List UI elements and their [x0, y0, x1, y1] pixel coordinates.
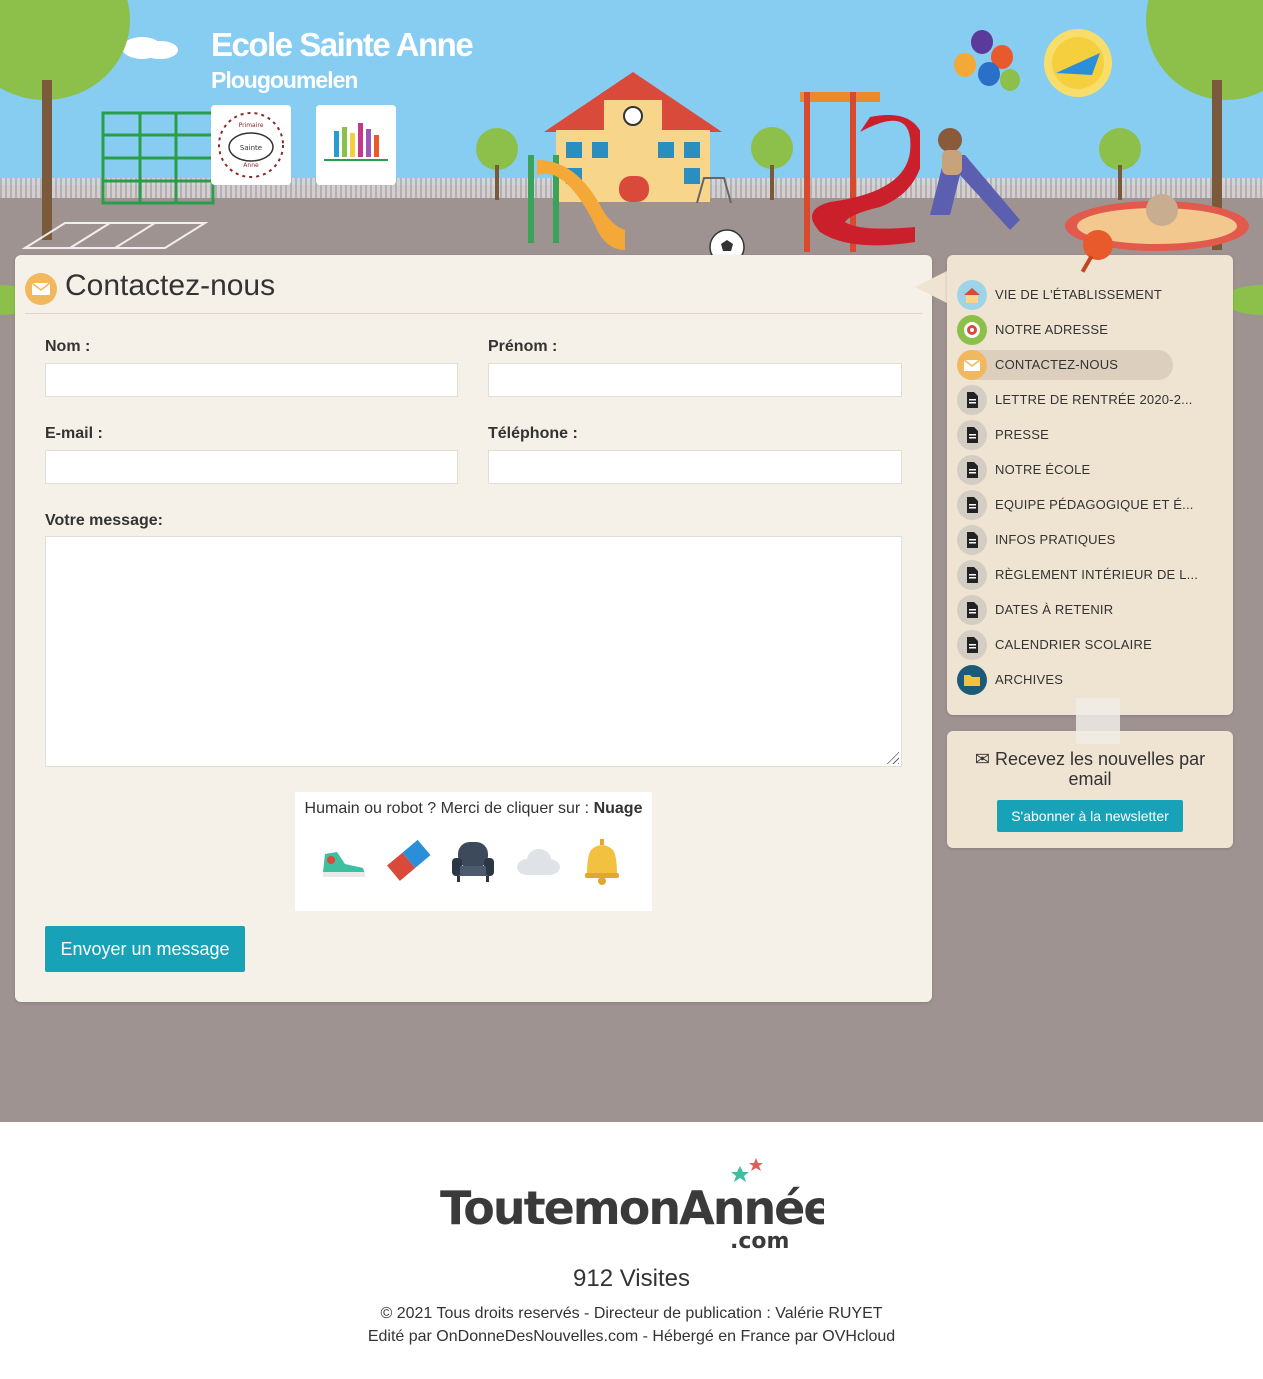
captcha-answer: Nuage — [593, 800, 643, 817]
telephone-input[interactable] — [488, 450, 902, 484]
tape-decoration — [1076, 698, 1120, 744]
sidebar-item-5[interactable]: NOTRE ÉCOLE — [957, 455, 1227, 485]
sidebar-item-0[interactable]: VIE DE L'ÉTABLISSEMENT — [957, 280, 1227, 310]
tree-trunk — [770, 165, 774, 200]
school-logo[interactable]: Sainte Anne Primaire — [211, 105, 291, 185]
tree-trunk — [495, 165, 499, 200]
diocese-logo[interactable] — [316, 105, 396, 185]
captcha: Humain ou robot ? Merci de cliquer sur :… — [295, 792, 652, 911]
message-label: Votre message: — [45, 512, 163, 529]
subscribe-button[interactable]: S'abonner à la newsletter — [997, 800, 1183, 832]
sidebar-item-label: EQUIPE PÉDAGOGIQUE ET É... — [995, 497, 1194, 512]
site-subtitle: Plougoumelen — [211, 67, 358, 93]
sneaker-icon[interactable] — [319, 836, 369, 886]
document-icon — [957, 490, 987, 520]
page-title: Contactez-nous — [65, 269, 276, 302]
nom-label: Nom : — [45, 338, 91, 355]
sidebar-item-1[interactable]: NOTRE ADRESSE — [957, 315, 1227, 345]
ball — [709, 229, 745, 258]
brand-logo[interactable]: ToutemonAnnée .com — [440, 1158, 824, 1254]
page-heading: Contactez-nous — [25, 269, 922, 314]
email-input[interactable] — [45, 450, 458, 484]
contact-panel: Contactez-nous Nom : Prénom : E-mail : T… — [15, 255, 932, 1002]
logo-text-sainte: Sainte — [240, 144, 262, 152]
sidebar-item-8[interactable]: RÈGLEMENT INTÉRIEUR DE L... — [957, 560, 1227, 590]
envelope-icon — [25, 273, 57, 305]
newsletter-box: ✉ Recevez les nouvelles par email S'abon… — [947, 731, 1233, 848]
nom-input[interactable] — [45, 363, 458, 397]
school-icon — [957, 280, 987, 310]
sidebar-item-label: LETTRE DE RENTRÉE 2020-2... — [995, 392, 1193, 407]
captcha-prompt: Humain ou robot ? Merci de cliquer sur :… — [295, 800, 652, 818]
copyright: © 2021 Tous droits reservés - Directeur … — [380, 1305, 883, 1322]
sidebar-item-label: CONTACTEZ-NOUS — [995, 357, 1119, 372]
newsletter-caption: Recevez les nouvelles par email — [994, 749, 1206, 789]
tree-trunk — [42, 80, 52, 240]
captcha-question: Humain ou robot ? Merci de cliquer sur : — [304, 800, 590, 817]
hopscotch — [21, 222, 209, 249]
document-icon — [957, 560, 987, 590]
climbing-frame — [101, 111, 215, 205]
envelope-icon — [957, 350, 987, 380]
sidebar-item-7[interactable]: INFOS PRATIQUES — [957, 525, 1227, 555]
sidebar-item-label: CALENDRIER SCOLAIRE — [995, 637, 1152, 652]
sidebar-item-3[interactable]: LETTRE DE RENTRÉE 2020-2... — [957, 385, 1227, 415]
kids-slide — [930, 128, 1020, 230]
tree — [751, 127, 793, 169]
envelope-outline-icon: ✉ — [974, 749, 990, 769]
submit-button[interactable]: Envoyer un message — [45, 926, 245, 972]
sidebar-item-10[interactable]: CALENDRIER SCOLAIRE — [957, 630, 1227, 660]
sidebar-item-label: RÈGLEMENT INTÉRIEUR DE L... — [995, 567, 1199, 582]
logo-text-anne: Anne — [243, 162, 259, 169]
sidebar-item-label: ARCHIVES — [995, 672, 1064, 687]
document-icon — [957, 595, 987, 625]
tree — [476, 128, 518, 170]
swing — [696, 177, 732, 204]
document-icon — [957, 455, 987, 485]
sidebar-item-2[interactable]: CONTACTEZ-NOUS — [957, 350, 1227, 380]
school-logo-image: Sainte Anne Primaire — [218, 112, 284, 178]
document-icon — [957, 630, 987, 660]
sidebar-item-6[interactable]: EQUIPE PÉDAGOGIQUE ET É... — [957, 490, 1227, 520]
sidebar-item-label: INFOS PRATIQUES — [995, 532, 1116, 547]
eraser-icon[interactable] — [383, 836, 433, 886]
document-icon — [957, 525, 987, 555]
brand-logo-text-main: ToutemonAnnée — [440, 1181, 824, 1235]
sidebar-item-label: NOTRE ÉCOLE — [995, 462, 1091, 477]
document-icon — [957, 420, 987, 450]
cloud-icon[interactable] — [513, 836, 563, 886]
spiral-slide — [800, 92, 920, 252]
slide — [528, 155, 625, 250]
sidebar-item-label: DATES À RETENIR — [995, 602, 1114, 617]
document-icon — [957, 385, 987, 415]
prenom-input[interactable] — [488, 363, 902, 397]
visit-count: 912 Visites — [573, 1265, 690, 1292]
menu-pointer — [915, 271, 947, 303]
prenom-label: Prénom : — [488, 338, 558, 355]
diocese-logo-image — [324, 123, 388, 161]
brand-logo-text-domain: .com — [730, 1229, 789, 1254]
armchair-icon[interactable] — [448, 836, 498, 886]
tree — [1099, 128, 1141, 170]
sidebar-item-label: VIE DE L'ÉTABLISSEMENT — [995, 287, 1163, 302]
site-title[interactable]: Ecole Sainte Anne — [211, 26, 474, 64]
footer: ToutemonAnnée .com 912 Visites © 2021 To… — [0, 1122, 1263, 1379]
newsletter-text: ✉ Recevez les nouvelles par email — [967, 749, 1213, 789]
sun — [1044, 29, 1112, 97]
logo-text-primaire: Primaire — [239, 122, 264, 129]
sidebar-item-9[interactable]: DATES À RETENIR — [957, 595, 1227, 625]
email-label: E-mail : — [45, 425, 103, 442]
message-textarea[interactable] — [45, 536, 902, 767]
pushpin-icon — [1083, 230, 1113, 260]
target-icon — [957, 315, 987, 345]
bell-icon[interactable] — [577, 836, 627, 886]
sidebar-item-label: PRESSE — [995, 427, 1049, 442]
credits: Edité par OnDonneDesNouvelles.com - Hébe… — [367, 1328, 896, 1345]
sidebar-item-label: NOTRE ADRESSE — [995, 322, 1109, 337]
telephone-label: Téléphone : — [488, 425, 578, 442]
folder-icon — [957, 665, 987, 695]
balloons — [954, 30, 1020, 91]
sidebar-item-4[interactable]: PRESSE — [957, 420, 1227, 450]
sidebar-item-11[interactable]: ARCHIVES — [957, 665, 1227, 695]
